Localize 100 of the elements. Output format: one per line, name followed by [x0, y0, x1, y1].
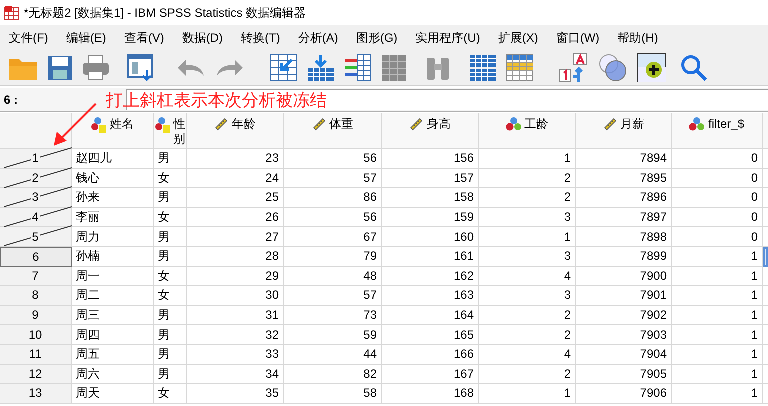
- value-labels-icon[interactable]: [559, 52, 589, 82]
- table-cell: 59: [284, 325, 382, 345]
- table-cell: 女: [154, 384, 187, 404]
- table-cell: 7901: [576, 286, 672, 306]
- table-cell: 男: [154, 188, 187, 208]
- go-to-case-icon[interactable]: [270, 54, 298, 82]
- table-cell: 男: [154, 344, 187, 365]
- row-header[interactable]: 12: [0, 364, 72, 384]
- insert-case-icon[interactable]: [307, 54, 335, 82]
- menu-item[interactable]: 实用程序(U): [410, 28, 486, 46]
- menu-item[interactable]: 分析(A): [293, 28, 344, 46]
- column-header[interactable]: 年龄: [187, 113, 284, 149]
- table-cell: 58: [284, 384, 382, 404]
- row-header[interactable]: 2: [0, 168, 72, 188]
- string-variable-icon: [154, 117, 170, 133]
- row-header[interactable]: 3: [0, 188, 72, 208]
- row-header[interactable]: 8: [0, 286, 72, 306]
- menu-item[interactable]: 帮助(H): [612, 28, 664, 46]
- table-cell: 160: [382, 227, 479, 247]
- table-cell: 34: [187, 364, 284, 384]
- table-cell: 0: [672, 149, 763, 169]
- table-cell: 周六: [72, 364, 154, 384]
- row-header[interactable]: 7: [0, 266, 72, 286]
- dialog-icon[interactable]: [127, 54, 155, 82]
- grid-icon[interactable]: [381, 54, 407, 82]
- table-cell: 167: [382, 364, 479, 384]
- table-cell: 女: [154, 208, 187, 228]
- table-cell: 4: [479, 266, 576, 286]
- row-header[interactable]: 11: [0, 344, 72, 365]
- table-cell: 3: [479, 286, 576, 306]
- table-cell: 29: [187, 266, 284, 286]
- table-cell: 周四: [72, 325, 154, 345]
- circles-icon[interactable]: [598, 52, 628, 82]
- row-header[interactable]: 5: [0, 227, 72, 247]
- table-cell: 32: [187, 325, 284, 345]
- variables-icon[interactable]: [344, 54, 372, 82]
- corner-cell[interactable]: [0, 113, 72, 149]
- table-cell: 男: [154, 306, 187, 326]
- nominal-variable-icon: [506, 117, 522, 132]
- table-cell: 赵四儿: [72, 149, 154, 169]
- menu-item[interactable]: 转换(T): [236, 28, 286, 46]
- column-header[interactable]: 身高: [382, 113, 479, 149]
- table-cell: 孙来: [72, 188, 154, 208]
- table-cell: 钱心: [72, 168, 154, 188]
- search-icon[interactable]: [680, 54, 708, 82]
- column-header[interactable]: 工龄: [479, 113, 576, 149]
- table-icon[interactable]: [506, 54, 534, 82]
- printer-icon[interactable]: [82, 54, 110, 80]
- table-cell: 女: [154, 168, 187, 188]
- column-header[interactable]: 月薪: [576, 113, 672, 149]
- table-cell: 7905: [576, 364, 672, 384]
- redo-icon[interactable]: [215, 58, 245, 78]
- table-cell: 7903: [576, 325, 672, 345]
- table-cell: 73: [284, 306, 382, 326]
- row-header[interactable]: 1: [0, 149, 72, 169]
- table-cell: 女: [154, 286, 187, 306]
- column-header[interactable]: 姓名: [72, 113, 154, 149]
- menu-item[interactable]: 扩展(X): [493, 28, 544, 46]
- add-icon[interactable]: [637, 52, 667, 82]
- table-cell: 2: [479, 188, 576, 208]
- table-cell: 2: [479, 325, 576, 345]
- table-cell: 44: [284, 344, 382, 365]
- menu-item[interactable]: 窗口(W): [551, 28, 605, 46]
- table-cell: 56: [284, 149, 382, 169]
- menu-item[interactable]: 查看(V): [119, 28, 170, 46]
- row-header[interactable]: 6: [0, 246, 72, 267]
- annotation-text: 打上斜杠表示本次分析被冻结: [106, 90, 327, 112]
- undo-icon[interactable]: [176, 58, 206, 78]
- menu-item[interactable]: 图形(G): [351, 28, 403, 46]
- menu-item[interactable]: 数据(D): [177, 28, 228, 46]
- table-cell: 35: [187, 384, 284, 404]
- save-icon[interactable]: [47, 54, 73, 80]
- table-cell: 1: [479, 227, 576, 247]
- nominal-variable-icon: [689, 117, 706, 132]
- table-cell: 159: [382, 208, 479, 228]
- table-cell: 31: [187, 306, 284, 326]
- table-cell: 李丽: [72, 208, 154, 228]
- table-cell: 7899: [576, 246, 672, 267]
- table-cell: 周五: [72, 344, 154, 365]
- table-cell: 157: [382, 168, 479, 188]
- row-header[interactable]: 10: [0, 325, 72, 345]
- table-cell: 24: [187, 168, 284, 188]
- row-header[interactable]: 4: [0, 208, 72, 228]
- table-cell: 2: [479, 168, 576, 188]
- column-header[interactable]: 体重: [284, 113, 382, 149]
- table-cell: 1: [672, 286, 763, 306]
- string-variable-icon: [91, 117, 107, 133]
- table-cell: 男: [154, 149, 187, 169]
- menu-item[interactable]: 文件(F): [4, 28, 54, 46]
- row-header[interactable]: 9: [0, 306, 72, 326]
- column-header[interactable]: 性别: [154, 113, 187, 149]
- menu-item[interactable]: 编辑(E): [61, 28, 112, 46]
- table-cell: 周力: [72, 227, 154, 247]
- table-cell: 7894: [576, 149, 672, 169]
- table-cell: 163: [382, 286, 479, 306]
- column-header[interactable]: filter_$: [672, 113, 763, 149]
- row-header[interactable]: 13: [0, 384, 72, 404]
- table-cell: 57: [284, 286, 382, 306]
- table-cell: 26: [187, 208, 284, 228]
- table-cell: 168: [382, 384, 479, 404]
